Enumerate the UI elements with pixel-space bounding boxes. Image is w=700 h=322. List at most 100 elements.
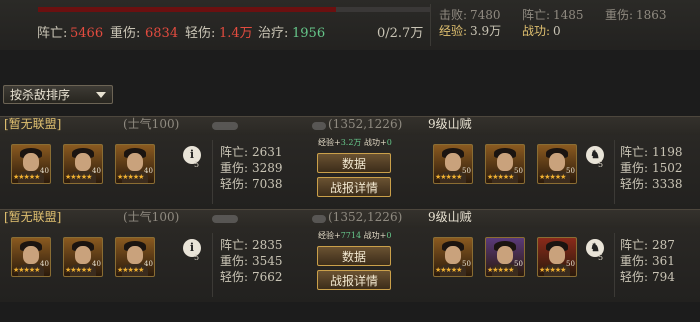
enemy-name: 9级山贼 [428, 210, 472, 224]
divider [212, 233, 213, 297]
enemy-role-count: 5 [598, 253, 604, 262]
kills-value: 7480 [470, 8, 501, 22]
enemy-dead-value: 287 [652, 238, 675, 252]
data-button[interactable]: 数据 [317, 246, 391, 266]
hero-level: 50 [566, 167, 575, 175]
own-light-label: 轻伤: [220, 270, 249, 284]
own-light-value: 7038 [252, 177, 283, 191]
enemy-hero-portrait[interactable]: ★★★★★ 50 [537, 237, 577, 277]
enemy-name: 9级山贼 [428, 117, 472, 131]
enemy-heavy-label: 重伤: [620, 254, 649, 268]
blurred-location [312, 215, 326, 223]
hero-stars: ★★★★★ [435, 173, 462, 181]
merit-value: 0 [553, 24, 561, 38]
enemy-dead-value: 1198 [652, 145, 683, 159]
hero-level: 40 [144, 167, 153, 175]
own-role-count: 5 [194, 253, 200, 262]
enemy-hero-portrait[interactable]: ★★★★★ 50 [485, 237, 525, 277]
own-hero-portrait[interactable]: ★★★★★ 40 [63, 237, 103, 277]
battle-summary-panel: 阵亡: 5466 重伤: 6834 轻伤: 1.4万 治疗: 1956 0/2.… [0, 0, 700, 51]
enemy-light-label: 轻伤: [620, 177, 649, 191]
exp-label: 经验: [439, 24, 468, 38]
own-heavy-value: 3545 [252, 254, 283, 268]
blurred-player-name [212, 215, 238, 223]
alliance-name: [暂无联盟] [4, 210, 62, 224]
battle-report-button[interactable]: 战报详情 [317, 270, 391, 290]
light-label: 轻伤: [185, 26, 216, 41]
enemy-role-count: 5 [598, 160, 604, 169]
heal-label: 治疗: [258, 26, 289, 41]
hero-stars: ★★★★★ [117, 173, 144, 181]
enemy-hero-portrait[interactable]: ★★★★★ 50 [537, 144, 577, 184]
reward-exp-label: 经验+ [318, 231, 341, 240]
battle-report-button[interactable]: 战报详情 [317, 177, 391, 197]
morale-text: (士气100) [123, 117, 180, 131]
hero-level: 40 [40, 260, 49, 268]
battle-coords[interactable]: (1352,1226) [328, 117, 402, 132]
battle-coords[interactable]: (1352,1226) [328, 210, 402, 225]
hero-level: 40 [92, 260, 101, 268]
kills-label: 击败: [439, 8, 468, 22]
divider [614, 233, 615, 297]
divider [614, 140, 615, 204]
own-hero-portrait[interactable]: ★★★★★ 40 [11, 144, 51, 184]
own-hero-portrait[interactable]: ★★★★★ 40 [115, 237, 155, 277]
battle-reward: 经验+3.2万 战功+0 [318, 138, 392, 148]
chevron-down-icon [96, 92, 106, 98]
enemy-dead-label: 阵亡: [522, 8, 551, 22]
reward-exp-label: 经验+ [318, 138, 341, 147]
hero-stars: ★★★★★ [13, 173, 40, 181]
reward-merit-value: 0 [386, 231, 392, 240]
troop-progress-fill [38, 7, 336, 12]
own-dead-value: 2835 [252, 238, 283, 252]
blurred-player-name [212, 122, 238, 130]
reward-merit-label: 战功+ [363, 138, 387, 147]
hero-level: 40 [92, 167, 101, 175]
reward-merit-label: 战功+ [363, 231, 387, 240]
own-heavy-label: 重伤: [220, 161, 249, 175]
enemy-hero-portrait[interactable]: ★★★★★ 50 [433, 144, 473, 184]
enemy-light-value: 794 [652, 270, 675, 284]
enemy-dead-label: 阵亡: [620, 238, 649, 252]
reward-exp-value: 3.2万 [340, 138, 362, 147]
enemy-dead-value: 1485 [553, 8, 584, 22]
heavy-value: 6834 [145, 26, 179, 41]
heavy-label: 重伤: [110, 26, 141, 41]
exp-value: 3.9万 [470, 24, 502, 38]
dead-value: 5466 [70, 26, 104, 41]
enemy-heavy-value: 1863 [636, 8, 667, 22]
hero-level: 40 [40, 167, 49, 175]
morale-text: (士气100) [123, 210, 180, 224]
hero-stars: ★★★★★ [487, 173, 514, 181]
sort-dropdown[interactable]: 按杀敌排序 [3, 85, 113, 104]
hero-stars: ★★★★★ [13, 266, 40, 274]
own-hero-portrait[interactable]: ★★★★★ 40 [63, 144, 103, 184]
sort-dropdown-label: 按杀敌排序 [10, 88, 71, 102]
capacity-value: 0/2.7万 [377, 26, 424, 41]
enemy-hero-portrait[interactable]: ★★★★★ 50 [433, 237, 473, 277]
hero-level: 40 [144, 260, 153, 268]
own-dead-value: 2631 [252, 145, 283, 159]
enemy-heavy-value: 1502 [652, 161, 683, 175]
reward-merit-value: 0 [386, 138, 392, 147]
own-heavy-value: 3289 [252, 161, 283, 175]
hero-level: 50 [462, 260, 471, 268]
own-dead-label: 阵亡: [220, 238, 249, 252]
own-hero-portrait[interactable]: ★★★★★ 40 [115, 144, 155, 184]
hero-level: 50 [514, 167, 523, 175]
enemy-dead-label: 阵亡: [620, 145, 649, 159]
own-heavy-label: 重伤: [220, 254, 249, 268]
hero-level: 50 [566, 260, 575, 268]
hero-stars: ★★★★★ [65, 173, 92, 181]
own-hero-portrait[interactable]: ★★★★★ 40 [11, 237, 51, 277]
own-light-label: 轻伤: [220, 177, 249, 191]
enemy-heavy-label: 重伤: [620, 161, 649, 175]
own-role-count: 5 [194, 160, 200, 169]
heal-value: 1956 [292, 26, 326, 41]
data-button[interactable]: 数据 [317, 153, 391, 173]
blurred-location [312, 122, 326, 130]
hero-stars: ★★★★★ [539, 266, 566, 274]
hero-stars: ★★★★★ [487, 266, 514, 274]
enemy-light-label: 轻伤: [620, 270, 649, 284]
enemy-hero-portrait[interactable]: ★★★★★ 50 [485, 144, 525, 184]
